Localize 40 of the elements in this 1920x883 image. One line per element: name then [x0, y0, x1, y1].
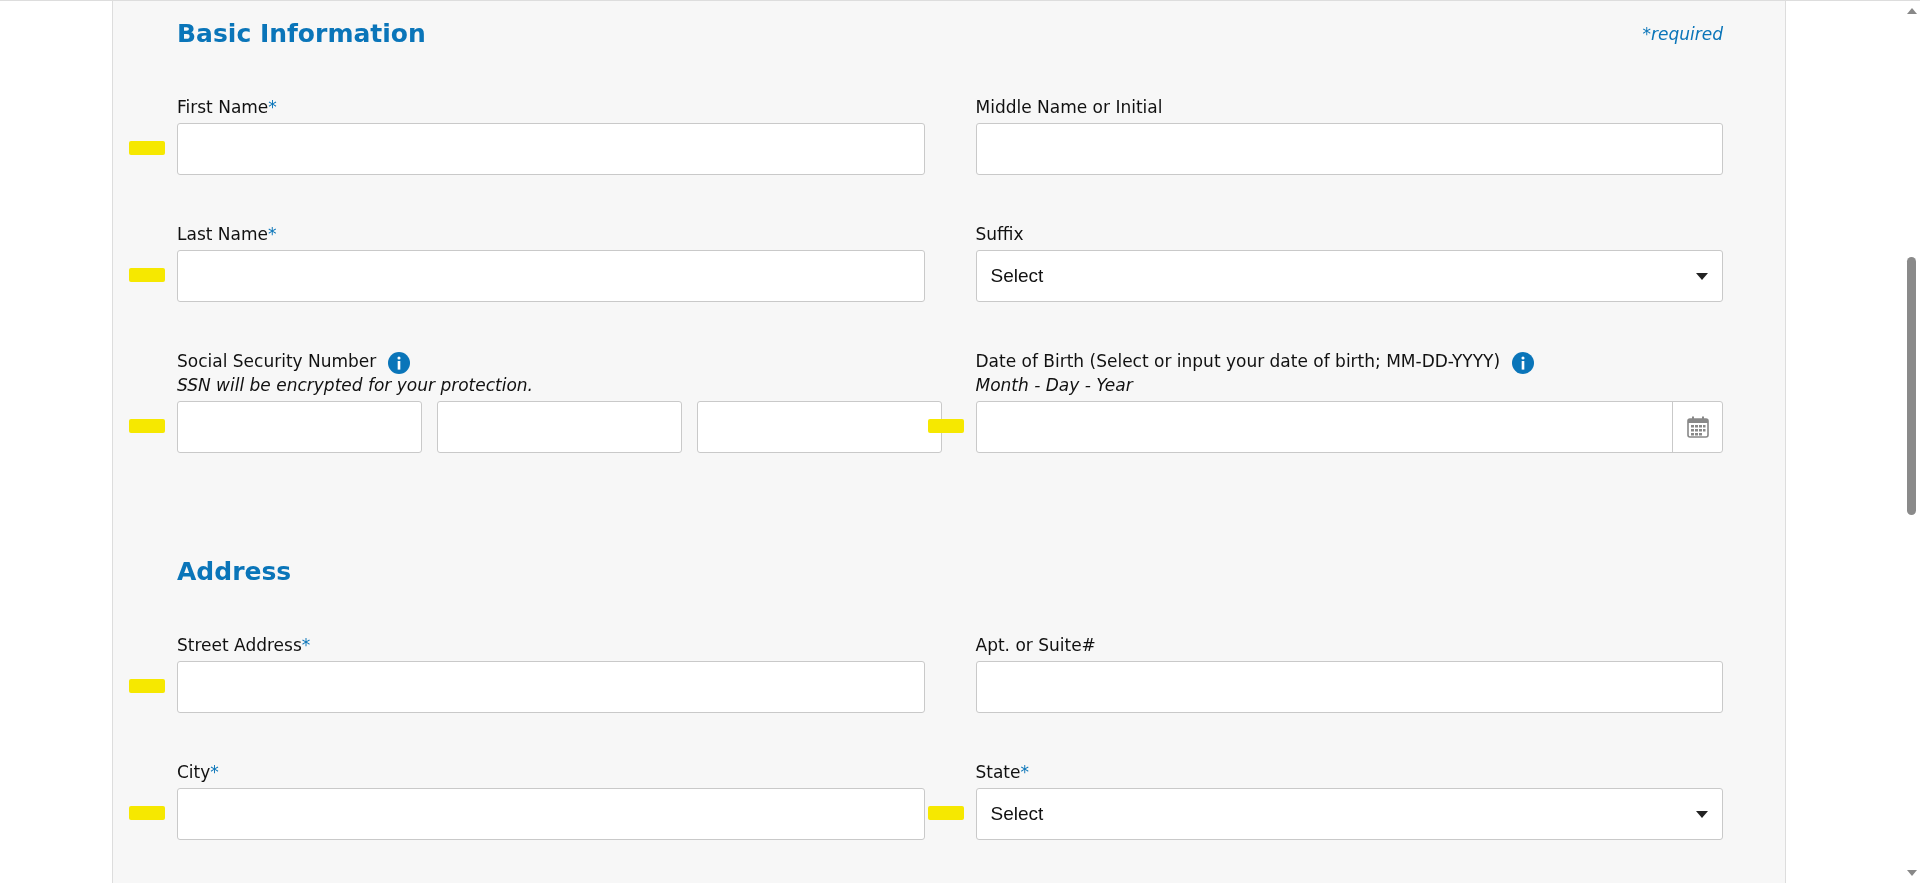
field-label: Middle Name or Initial — [975, 97, 1163, 117]
text-input-field[interactable] — [177, 788, 925, 840]
required-asterisk: * — [210, 762, 219, 782]
required-note: *required — [1642, 23, 1723, 46]
required-asterisk: * — [267, 224, 277, 244]
scrollbar-thumb[interactable] — [1907, 257, 1916, 515]
field-label: Suffix — [975, 224, 1024, 244]
field-label: Last Name — [177, 224, 268, 244]
date-input-field[interactable] — [975, 401, 1723, 453]
text-input-field[interactable] — [975, 661, 1723, 713]
field-label: Date of Birth (Select or input your date of birth; MM-DD-YYYY) — [975, 351, 1501, 371]
scroll-up-icon[interactable] — [1906, 7, 1917, 15]
field-label: Apt. or Suite# — [975, 635, 1096, 655]
field-hint: SSN will be encrypted for your protection. — [177, 374, 534, 397]
field-hint: Month - Day - Year — [975, 374, 1135, 397]
ssn-input-field[interactable] — [177, 401, 422, 453]
section-heading: Address — [177, 556, 292, 588]
field-label: City — [177, 762, 211, 782]
required-asterisk: * — [301, 635, 311, 655]
info-icon[interactable] — [388, 352, 411, 374]
caret-icon — [1696, 810, 1708, 818]
field-label: State — [975, 762, 1021, 782]
select-dropdown[interactable]: Select — [975, 250, 1723, 302]
ssn-input-field[interactable] — [697, 401, 942, 453]
scroll-down-icon[interactable] — [1906, 869, 1917, 877]
ssn-input-field[interactable] — [437, 401, 682, 453]
required-asterisk: * — [1020, 762, 1029, 782]
select-dropdown[interactable]: Select — [975, 788, 1723, 840]
required-asterisk: * — [268, 97, 277, 117]
field-label: Social Security Number — [177, 351, 377, 371]
caret-icon — [1696, 272, 1708, 280]
field-label: Street Address — [177, 635, 302, 655]
field-label: First Name — [177, 97, 269, 117]
text-input-field[interactable] — [975, 123, 1723, 175]
section-heading: Basic Information — [177, 18, 426, 50]
info-icon[interactable] — [1512, 352, 1535, 374]
text-input-field[interactable] — [177, 661, 925, 713]
text-input-field[interactable] — [177, 250, 925, 302]
text-input-field[interactable] — [177, 123, 925, 175]
calendar-icon — [1685, 415, 1710, 439]
